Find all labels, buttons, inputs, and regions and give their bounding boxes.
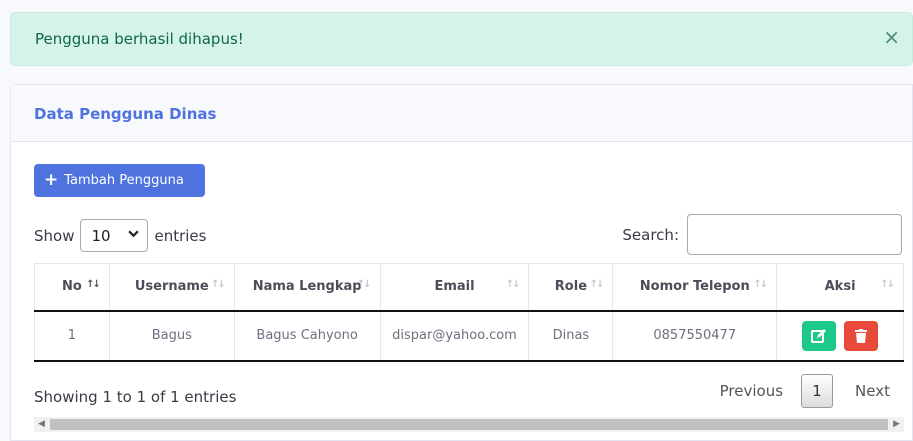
cell-no: 1 <box>34 310 110 362</box>
sort-icon: ↑↓ <box>210 279 226 290</box>
edit-icon <box>811 328 826 343</box>
column-header-no[interactable]: No ↑↓ <box>34 263 110 312</box>
success-alert: Pengguna berhasil dihapus! × <box>10 12 913 66</box>
scroll-left-icon[interactable]: ◀ <box>38 419 45 429</box>
entries-length: Show 10 entries <box>34 219 206 252</box>
card-title: Data Pengguna Dinas <box>34 105 217 123</box>
show-label: Show <box>34 226 75 245</box>
add-user-button[interactable]: + Tambah Pengguna <box>34 164 205 197</box>
users-card: Data Pengguna Dinas + Tambah Pengguna Sh… <box>10 84 913 441</box>
column-header-role[interactable]: Role ↑↓ <box>528 263 614 312</box>
sort-icon: ↑↓ <box>505 279 521 290</box>
card-header: Data Pengguna Dinas <box>11 85 912 142</box>
table-info: Showing 1 to 1 of 1 entries <box>34 388 237 406</box>
add-user-label: Tambah Pengguna <box>64 173 184 188</box>
entries-label: entries <box>154 226 207 245</box>
scrollbar-thumb[interactable] <box>50 419 888 430</box>
entries-select-value: 10 <box>91 226 111 245</box>
cell-aksi <box>776 310 904 362</box>
horizontal-scrollbar[interactable]: ◀ ▶ <box>34 417 904 432</box>
pagination: Previous 1 Next <box>720 374 890 408</box>
search-label: Search: <box>622 225 679 244</box>
column-header-username[interactable]: Username ↑↓ <box>108 263 235 312</box>
column-header-nama-lengkap[interactable]: Nama Lengkap ↑↓ <box>233 263 381 312</box>
column-header-aksi[interactable]: Aksi ↑↓ <box>776 263 904 312</box>
search-input[interactable] <box>687 214 902 255</box>
table-header-row: No ↑↓ Username ↑↓ Nama Lengkap ↑↓ Email ↑↓ R… <box>34 263 904 312</box>
cell-telepon: 0857550477 <box>612 310 778 362</box>
edit-button[interactable] <box>802 320 836 351</box>
page-button-1[interactable]: 1 <box>801 374 834 408</box>
column-header-email[interactable]: Email ↑↓ <box>379 263 530 312</box>
sort-icon: ↑↓ <box>880 279 895 290</box>
delete-button[interactable] <box>844 320 879 351</box>
cell-username: Bagus <box>108 310 235 362</box>
alert-message: Pengguna berhasil dihapus! <box>35 30 244 48</box>
next-button[interactable]: Next <box>855 382 890 400</box>
search-box: Search: <box>622 214 902 255</box>
sort-icon: ↑↓ <box>589 279 605 290</box>
cell-role: Dinas <box>528 310 614 362</box>
sort-icon: ↑↓ <box>86 279 101 290</box>
entries-select[interactable]: 10 <box>80 219 149 252</box>
cell-nama-lengkap: Bagus Cahyono <box>233 310 381 362</box>
table-row: 1 Bagus Bagus Cahyono dispar@yahoo.com D… <box>34 310 904 362</box>
sort-icon: ↑↓ <box>753 279 768 290</box>
close-icon[interactable]: × <box>883 27 900 47</box>
sort-icon: ↑↓ <box>356 279 372 290</box>
cell-email: dispar@yahoo.com <box>379 310 530 362</box>
column-header-nomor-telepon[interactable]: Nomor Telepon ↑↓ <box>612 263 778 312</box>
users-table: No ↑↓ Username ↑↓ Nama Lengkap ↑↓ Email ↑↓ R… <box>34 263 904 362</box>
trash-icon <box>855 328 868 343</box>
previous-button[interactable]: Previous <box>720 382 783 400</box>
chevron-down-icon <box>128 228 140 242</box>
scroll-right-icon[interactable]: ▶ <box>893 419 900 429</box>
plus-icon: + <box>44 170 59 190</box>
